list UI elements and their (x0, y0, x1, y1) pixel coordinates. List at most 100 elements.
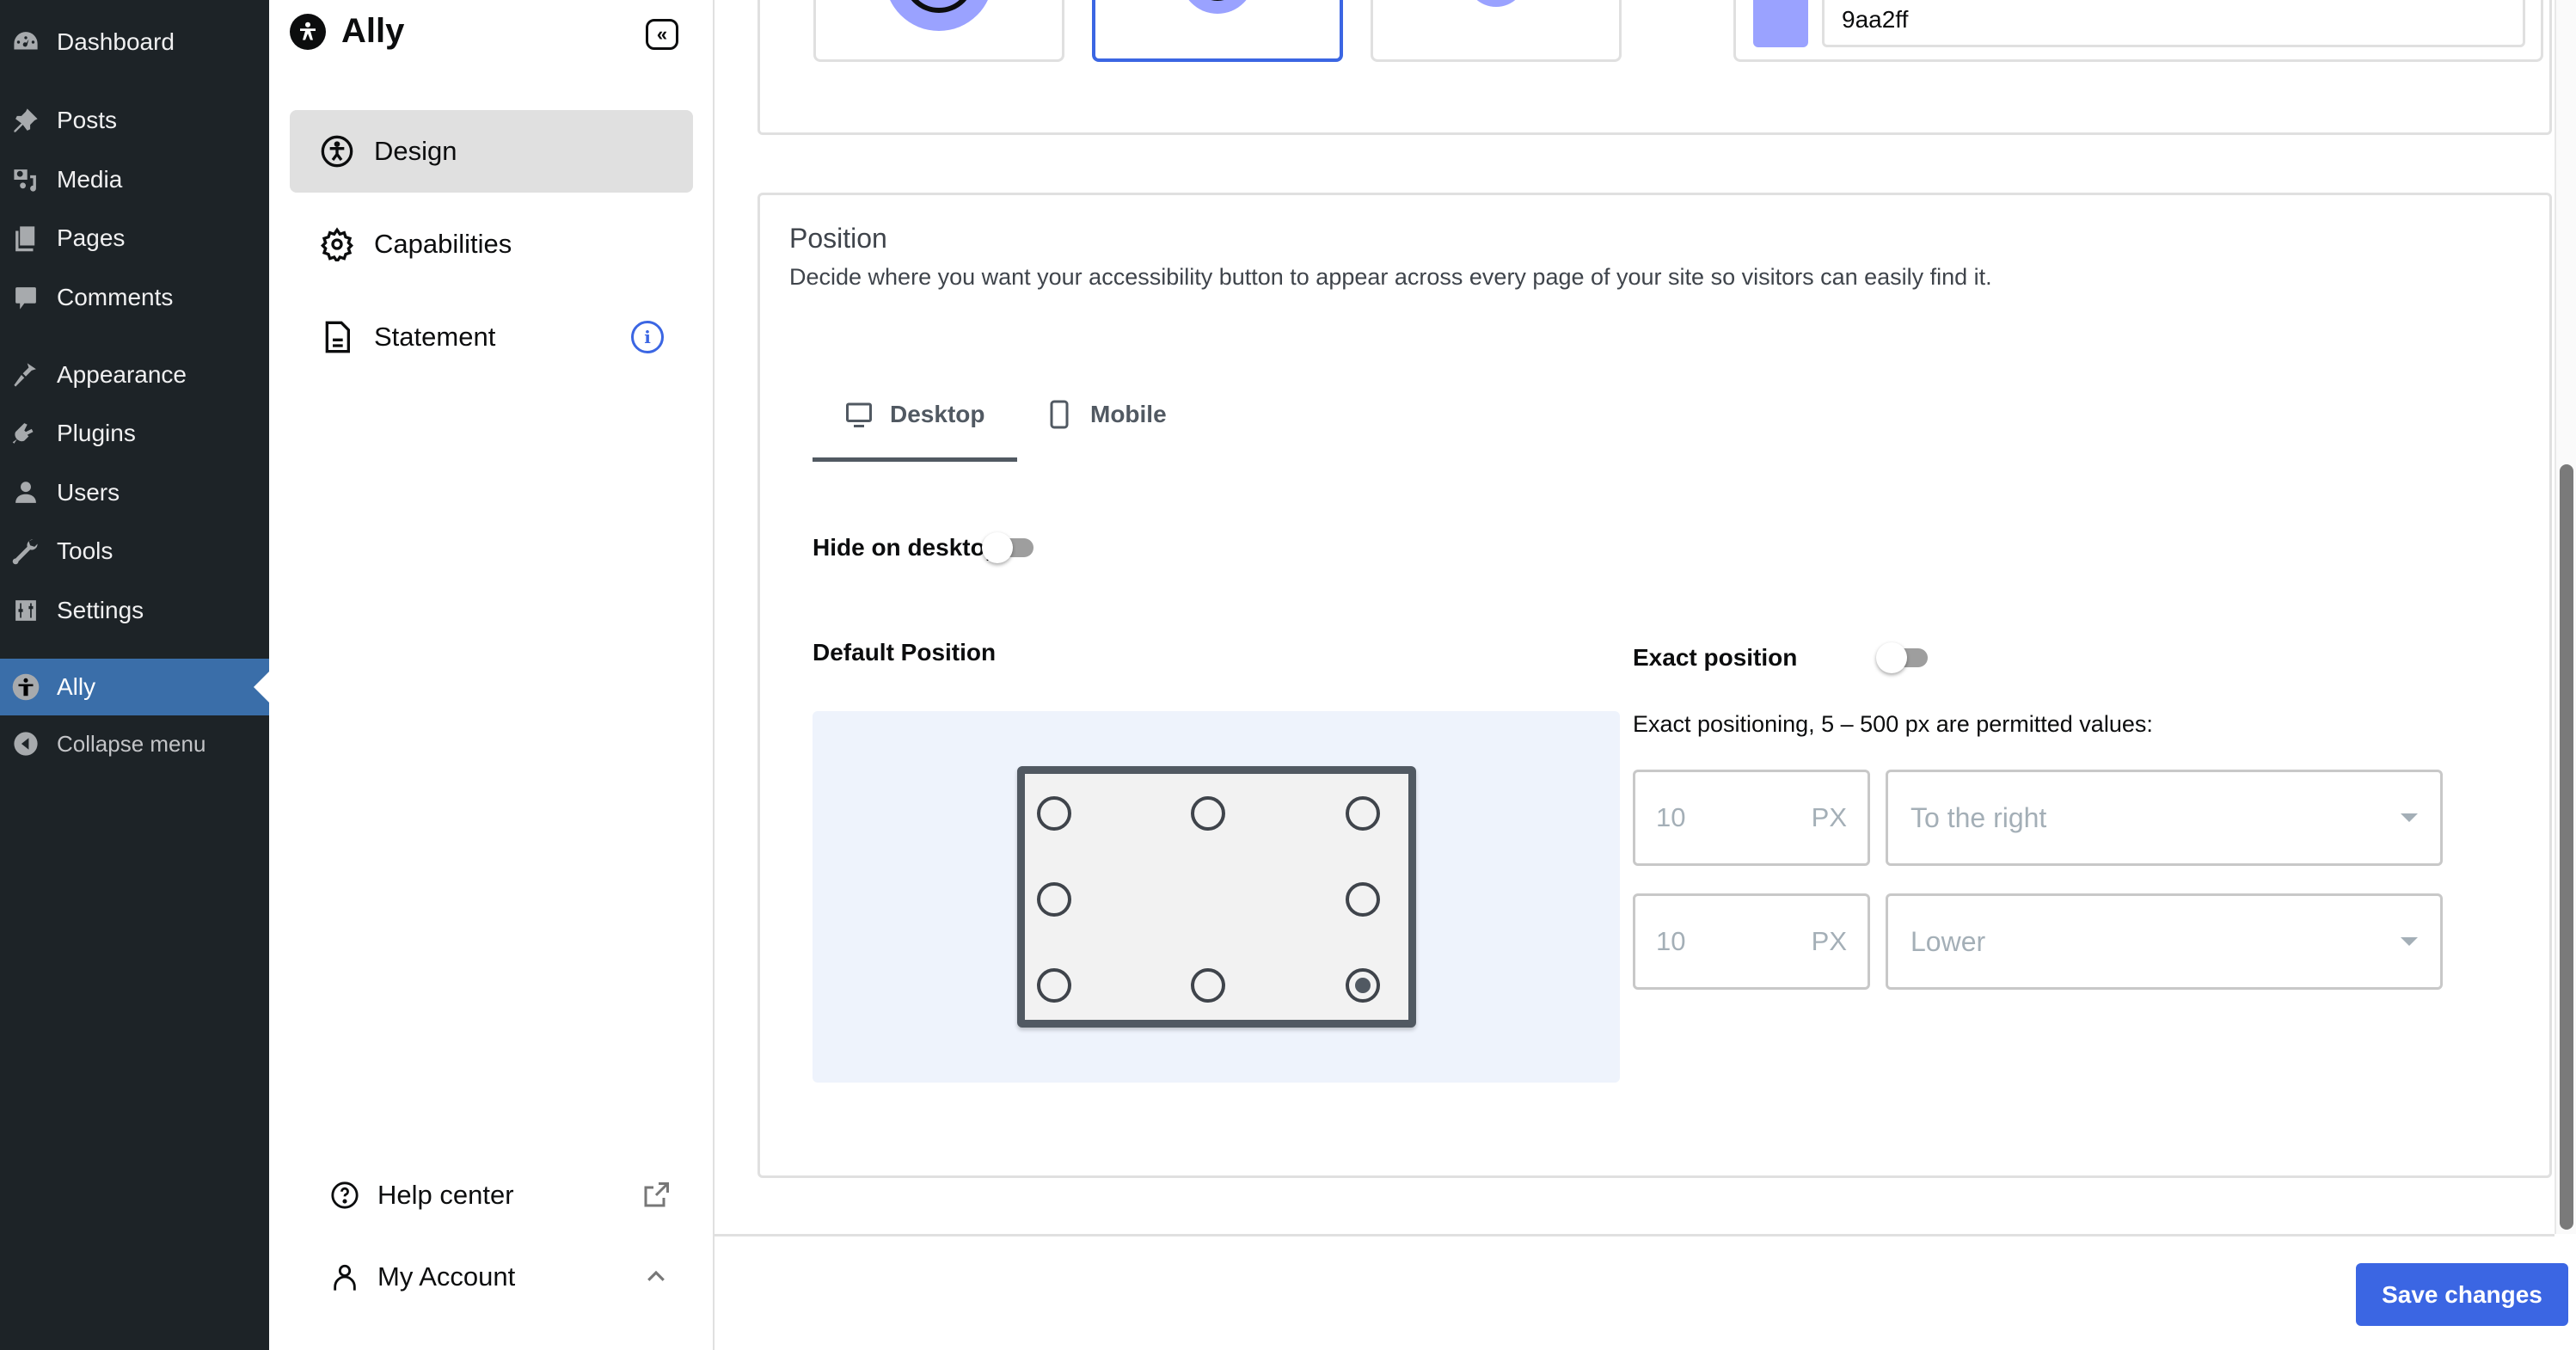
exact-position-toggle[interactable] (1876, 642, 1929, 673)
position-radio-bottom-center[interactable] (1191, 968, 1225, 1003)
exact-position-help: Exact positioning, 5 – 500 px are permit… (1633, 711, 2153, 737)
scrollbar-thumb[interactable] (2560, 464, 2573, 1230)
ally-logo-icon (290, 13, 326, 50)
horizontal-offset-input[interactable]: 10 PX (1633, 770, 1870, 866)
nav-label: Capabilities (374, 229, 512, 259)
comment-icon (10, 282, 41, 313)
caret-down-icon (2401, 937, 2418, 946)
icon-size-medium[interactable] (1092, 0, 1343, 62)
help-center-link[interactable]: Help center (329, 1169, 673, 1221)
vertical-direction-value: Lower (1911, 925, 1986, 957)
horizontal-offset-value: 10 (1656, 802, 1686, 832)
document-icon (319, 319, 355, 355)
desktop-icon (843, 399, 874, 430)
wp-menu-plugins[interactable]: Plugins (0, 405, 269, 462)
hide-on-desktop-toggle[interactable] (982, 532, 1035, 563)
my-account-label: My Account (377, 1261, 516, 1292)
wp-menu-users[interactable]: Users (0, 464, 269, 521)
position-radio-top-right[interactable] (1346, 796, 1380, 831)
ally-nav-panel: Ally « Design Capabilities Statement i H… (269, 0, 715, 1350)
accessibility-icon (1466, 0, 1526, 7)
wp-menu-label: Posts (57, 107, 118, 133)
user-icon (10, 477, 41, 508)
vertical-offset-value: 10 (1656, 926, 1686, 956)
external-link-icon (639, 1178, 673, 1212)
media-icon (10, 164, 41, 195)
pin-icon (10, 105, 41, 136)
wp-menu-label: Plugins (57, 420, 136, 446)
wp-menu-label: Dashboard (57, 28, 175, 55)
plug-icon (10, 418, 41, 449)
horizontal-direction-value: To the right (1911, 801, 2047, 833)
icon-settings-card: 9aa2ff (757, 0, 2552, 135)
accessibility-icon (10, 672, 41, 703)
position-radio-bottom-right[interactable] (1346, 968, 1380, 1003)
nav-design[interactable]: Design (290, 110, 693, 193)
tab-mobile[interactable]: Mobile (1044, 367, 1167, 462)
horizontal-direction-select[interactable]: To the right (1886, 770, 2443, 866)
wp-menu-comments[interactable]: Comments (0, 269, 269, 326)
scrollbar[interactable] (2555, 0, 2576, 1234)
nav-label: Design (374, 136, 457, 166)
wp-menu-ally[interactable]: Ally (0, 659, 269, 715)
brush-icon (10, 359, 41, 390)
position-card: Position Decide where you want your acce… (757, 193, 2552, 1178)
horizontal-offset-unit: PX (1811, 802, 1847, 832)
help-icon (329, 1180, 360, 1211)
wp-admin-sidebar: Dashboard Posts Media Pages Comments App… (0, 0, 269, 1350)
wp-menu-pages[interactable]: Pages (0, 210, 269, 267)
icon-size-small[interactable] (1371, 0, 1622, 62)
vertical-offset-input[interactable]: 10 PX (1633, 893, 1870, 990)
wp-collapse-menu[interactable]: Collapse menu (0, 715, 269, 772)
ally-title: Ally (341, 12, 405, 50)
wp-menu-label: Users (57, 479, 120, 506)
sliders-icon (10, 595, 41, 626)
tab-label: Mobile (1090, 401, 1167, 427)
nav-capabilities[interactable]: Capabilities (290, 203, 693, 285)
icon-size-large[interactable] (813, 0, 1064, 62)
dashboard-icon (10, 27, 41, 58)
chevron-up-icon (639, 1260, 673, 1294)
wp-menu-label: Tools (57, 537, 113, 564)
info-icon[interactable]: i (631, 321, 664, 353)
wp-menu-media[interactable]: Media (0, 151, 269, 208)
user-icon (329, 1261, 360, 1292)
color-picker: 9aa2ff (1733, 0, 2543, 62)
save-changes-button[interactable]: Save changes (2356, 1263, 2568, 1326)
wp-menu-tools[interactable]: Tools (0, 523, 269, 580)
wp-menu-label: Appearance (57, 361, 187, 388)
position-radio-middle-right[interactable] (1346, 882, 1380, 917)
vertical-offset-unit: PX (1811, 926, 1847, 956)
accessibility-icon (885, 0, 993, 31)
collapse-icon (10, 728, 41, 759)
wp-menu-label: Settings (57, 597, 144, 623)
wp-menu-appearance[interactable]: Appearance (0, 347, 269, 403)
mobile-icon (1044, 399, 1075, 430)
position-radio-middle-left[interactable] (1037, 882, 1071, 917)
exact-position-label: Exact position (1633, 644, 1798, 671)
position-radio-top-left[interactable] (1037, 796, 1071, 831)
ally-header: Ally (290, 12, 404, 51)
wp-menu-posts[interactable]: Posts (0, 92, 269, 149)
wp-menu-label: Media (57, 166, 123, 193)
vertical-direction-select[interactable]: Lower (1886, 893, 2443, 990)
color-hex-input[interactable]: 9aa2ff (1822, 0, 2525, 47)
accessibility-icon (319, 133, 355, 169)
collapse-panel-button[interactable]: « (646, 19, 678, 50)
hide-on-desktop-label: Hide on desktop (813, 534, 1000, 561)
wp-menu-dashboard[interactable]: Dashboard (0, 14, 269, 71)
position-radio-top-center[interactable] (1191, 796, 1225, 831)
nav-label: Statement (374, 322, 496, 352)
tab-desktop[interactable]: Desktop (813, 367, 1017, 462)
position-radio-bottom-left[interactable] (1037, 968, 1071, 1003)
position-grid-area (813, 711, 1620, 1083)
color-swatch[interactable] (1753, 0, 1808, 47)
help-center-label: Help center (377, 1180, 514, 1210)
wp-menu-label: Pages (57, 224, 126, 251)
nav-statement[interactable]: Statement i (290, 296, 693, 378)
accessibility-icon (1181, 0, 1254, 14)
my-account-menu[interactable]: My Account (329, 1251, 673, 1303)
wp-menu-settings[interactable]: Settings (0, 582, 269, 639)
position-description: Decide where you want your accessibility… (789, 264, 1992, 290)
gear-icon (319, 226, 355, 262)
